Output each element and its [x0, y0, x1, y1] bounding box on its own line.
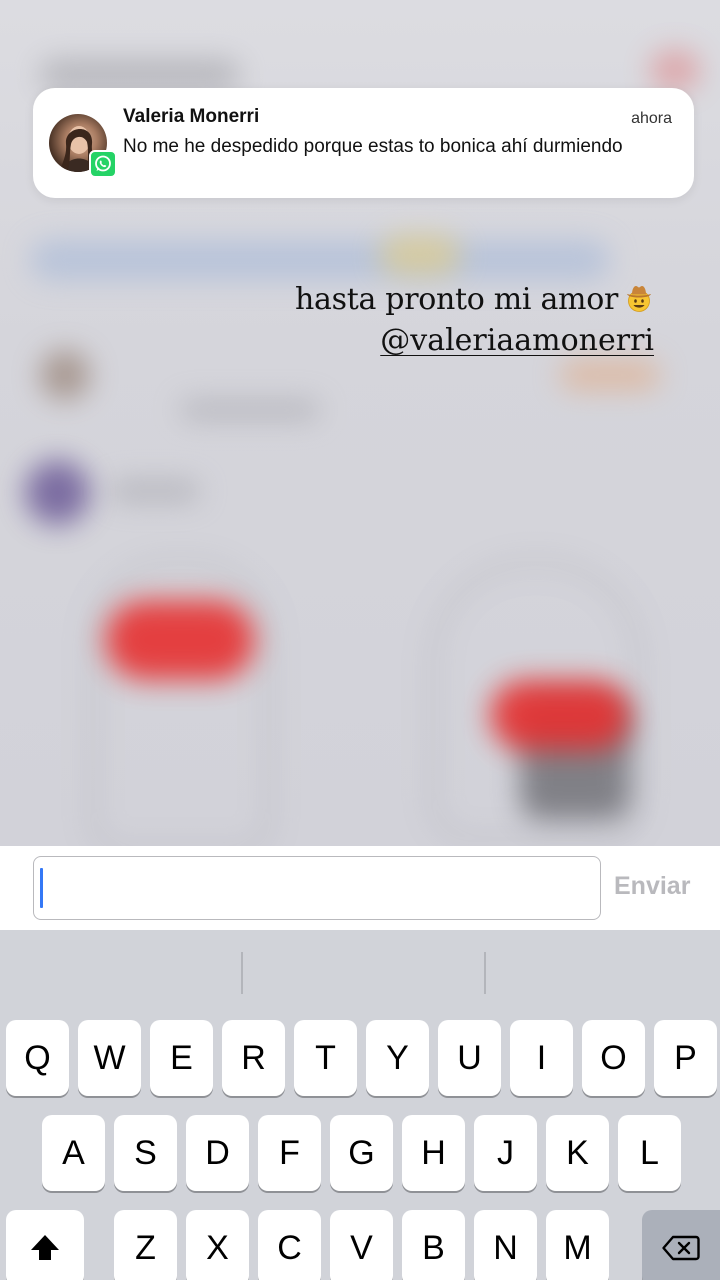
blurred-blue-strip — [30, 240, 610, 280]
notification-sender: Valeria Monerri — [123, 106, 260, 127]
key-t[interactable]: T — [294, 1020, 357, 1096]
suggestion-divider — [241, 952, 243, 994]
key-c[interactable]: C — [258, 1210, 321, 1280]
key-n[interactable]: N — [474, 1210, 537, 1280]
blurred-avatar-2 — [25, 460, 90, 525]
blurred-header-bar — [40, 60, 240, 90]
key-z[interactable]: Z — [114, 1210, 177, 1280]
whatsapp-glyph-icon — [95, 155, 111, 172]
cowboy-hat-face-emoji-icon — [624, 283, 654, 313]
key-y[interactable]: Y — [366, 1020, 429, 1096]
key-f[interactable]: F — [258, 1115, 321, 1191]
reply-input[interactable] — [33, 856, 601, 920]
key-v[interactable]: V — [330, 1210, 393, 1280]
shift-key[interactable] — [6, 1210, 84, 1280]
key-e[interactable]: E — [150, 1020, 213, 1096]
whatsapp-icon — [89, 150, 117, 178]
key-x[interactable]: X — [186, 1210, 249, 1280]
blurred-avatar-1 — [40, 350, 90, 400]
key-l[interactable]: L — [618, 1115, 681, 1191]
key-a[interactable]: A — [42, 1115, 105, 1191]
blurred-name-line — [110, 480, 200, 502]
key-q[interactable]: Q — [6, 1020, 69, 1096]
key-o[interactable]: O — [582, 1020, 645, 1096]
backspace-icon — [662, 1235, 700, 1261]
screen: Valeria Monerri ahora No me he despedido… — [0, 0, 720, 1280]
key-p[interactable]: P — [654, 1020, 717, 1096]
key-d[interactable]: D — [186, 1115, 249, 1191]
shift-arrow-icon — [31, 1235, 59, 1260]
key-u[interactable]: U — [438, 1020, 501, 1096]
key-g[interactable]: G — [330, 1115, 393, 1191]
key-k[interactable]: K — [546, 1115, 609, 1191]
blurred-yellow-spot — [380, 235, 460, 275]
text-cursor — [40, 868, 43, 908]
key-w[interactable]: W — [78, 1020, 141, 1096]
keyboard: Q W E R T Y U I O P A S D F G H J K L Z … — [0, 930, 720, 1280]
blurred-red-shape-2 — [490, 680, 630, 750]
delete-key[interactable] — [642, 1210, 720, 1280]
key-b[interactable]: B — [402, 1210, 465, 1280]
notification-message: No me he despedido porque estas to bonic… — [123, 136, 623, 157]
send-button[interactable]: Enviar — [614, 872, 690, 901]
notification-time: ahora — [631, 110, 672, 127]
key-h[interactable]: H — [402, 1115, 465, 1191]
caption-line: hasta pronto mi amor — [295, 280, 654, 320]
key-i[interactable]: I — [510, 1020, 573, 1096]
suggestion-divider — [484, 952, 486, 994]
key-m[interactable]: M — [546, 1210, 609, 1280]
blurred-emoji-row — [560, 360, 660, 390]
reply-bar: Enviar — [0, 846, 720, 930]
blurred-red-dot — [650, 50, 700, 90]
key-s[interactable]: S — [114, 1115, 177, 1191]
blurred-text-line — [180, 400, 320, 420]
key-r[interactable]: R — [222, 1020, 285, 1096]
message-notification[interactable]: Valeria Monerri ahora No me he despedido… — [33, 88, 694, 198]
key-j[interactable]: J — [474, 1115, 537, 1191]
story-caption: hasta pronto mi amor @valeriaamonerri — [295, 280, 654, 362]
blurred-red-shape-1 — [105, 600, 255, 680]
mention-link[interactable]: @valeriaamonerri — [295, 320, 654, 362]
caption-text: hasta pronto mi amor — [295, 282, 618, 317]
